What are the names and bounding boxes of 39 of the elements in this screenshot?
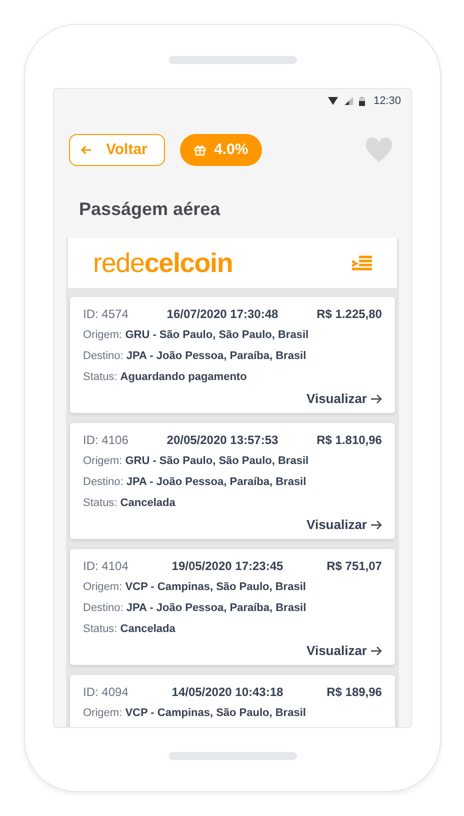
- logo: redecelcoin: [93, 250, 233, 276]
- order-detail: Status: Aguardando pagamento: [83, 370, 248, 385]
- order-date: 14/05/2020 10:43:18: [172, 684, 284, 701]
- order-amount: R$ 1.810,96: [316, 432, 382, 449]
- order-id: ID: 4574: [83, 306, 128, 323]
- order-date: 19/05/2020 17:23:45: [172, 558, 284, 575]
- order-detail: Status: Cancelada: [83, 622, 176, 637]
- order-detail: Status: Cancelada: [83, 496, 176, 511]
- signal-icon: [344, 97, 354, 105]
- arrow-left-icon: [80, 145, 92, 155]
- page-title: Passágem aérea: [79, 198, 222, 221]
- order-amount: R$ 189,96: [326, 684, 382, 701]
- battery-icon: [359, 96, 366, 106]
- arrow-right-icon: [371, 394, 382, 404]
- order-detail: Destino: JPA - João Pessoa, Paraíba, Brasil: [83, 349, 308, 364]
- view-link[interactable]: Visualizar: [306, 515, 382, 534]
- arrow-right-icon: [371, 520, 382, 530]
- order-id: ID: 4094: [83, 684, 128, 701]
- order-date: 20/05/2020 13:57:53: [166, 432, 278, 449]
- order-detail: Origem: VCP - Campinas, São Paulo, Brasil: [83, 706, 307, 721]
- order-detail: Destino: JPA - João Pessoa, Paraíba, Brasil: [83, 601, 308, 616]
- order-detail: Origem: GRU - São Paulo, São Paulo, Brasil: [83, 454, 310, 469]
- heart-icon[interactable]: [365, 137, 393, 163]
- order-date: 16/07/2020 17:30:48: [166, 306, 278, 323]
- order-detail: Origem: GRU - São Paulo, São Paulo, Brasil: [83, 328, 310, 343]
- order-amount: R$ 1.225,80: [316, 306, 382, 323]
- arrow-right-icon: [371, 646, 382, 656]
- wifi-icon: [328, 97, 338, 105]
- view-link[interactable]: Visualizar: [306, 641, 382, 660]
- cashback-badge: 4.0%: [180, 134, 262, 166]
- order-id: ID: 4106: [83, 432, 128, 449]
- gift-icon: [194, 144, 206, 156]
- status-time: 12:30: [373, 94, 401, 109]
- order-id: ID: 4104: [83, 558, 128, 575]
- order-amount: R$ 751,07: [326, 558, 382, 575]
- view-link[interactable]: Visualizar: [306, 389, 382, 408]
- order-detail: Origem: VCP - Campinas, São Paulo, Brasil: [83, 580, 307, 595]
- menu-icon[interactable]: [352, 255, 372, 271]
- order-detail: Destino: JPA - João Pessoa, Paraíba, Brasil: [83, 475, 308, 490]
